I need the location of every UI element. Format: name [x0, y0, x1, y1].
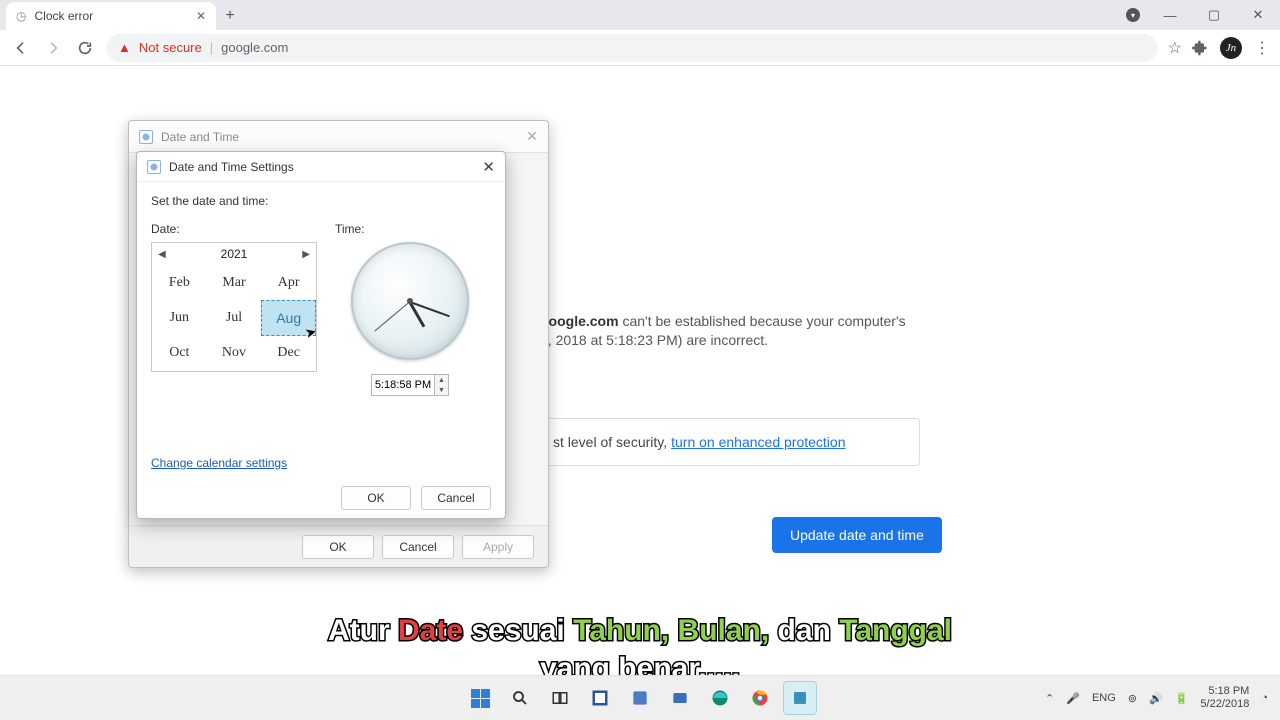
month-aug-selected[interactable]: Aug➤ [261, 300, 316, 335]
next-year-icon[interactable]: ▶ [302, 249, 310, 260]
date-label: Date: [151, 222, 317, 236]
gear-icon [147, 160, 161, 174]
apply-button[interactable]: Apply [462, 535, 534, 559]
dialog-titlebar[interactable]: Date and Time ✕ [129, 121, 548, 153]
close-icon[interactable]: ✕ [482, 158, 495, 176]
settings-title: Date and Time Settings [169, 160, 294, 174]
ok-button[interactable]: OK [302, 535, 374, 559]
wifi-icon[interactable]: ⊚ [1128, 692, 1137, 705]
month-oct[interactable]: Oct [152, 336, 207, 371]
second-hand [374, 301, 410, 331]
menu-icon[interactable]: ⋮ [1254, 38, 1270, 58]
month-feb[interactable]: Feb [152, 265, 207, 300]
tab-bar: ◷ Clock error ✕ + [0, 0, 1280, 30]
close-icon[interactable]: ✕ [526, 128, 538, 145]
security-status: Not secure [139, 40, 202, 55]
window-controls: ▾ — ▢ ✕ [1118, 0, 1280, 30]
enhanced-protection-box: st level of security, turn on enhanced p… [540, 418, 920, 466]
back-button[interactable] [10, 37, 32, 59]
close-tab-icon[interactable]: ✕ [196, 9, 206, 23]
mic-icon[interactable]: 🎤 [1066, 692, 1080, 705]
spinner-down-icon[interactable]: ▼ [435, 385, 448, 395]
reload-button[interactable] [74, 37, 96, 59]
date-picker[interactable]: ◀ 2021 ▶ Feb Mar Apr Jun Jul Aug➤ Oct No… [151, 242, 317, 372]
gear-icon [139, 130, 153, 144]
new-tab-button[interactable]: + [216, 2, 244, 30]
time-input[interactable] [371, 374, 435, 396]
month-jun[interactable]: Jun [152, 300, 207, 335]
month-jul[interactable]: Jul [207, 300, 262, 335]
notifications-icon[interactable]: ◔ [1261, 692, 1268, 704]
task-view-icon[interactable] [543, 681, 577, 715]
error-line-1: google.com can't be established because … [540, 310, 920, 332]
analog-clock [351, 242, 469, 360]
account-dot-icon[interactable]: ▾ [1118, 0, 1148, 30]
start-button[interactable] [463, 681, 497, 715]
time-spinner[interactable]: ▲ ▼ [435, 374, 449, 396]
dialog-footer: OK Cancel Apply [129, 525, 548, 567]
extensions-icon[interactable] [1192, 40, 1208, 56]
cancel-button[interactable]: Cancel [382, 535, 454, 559]
star-icon[interactable]: ☆ [1168, 38, 1182, 58]
month-nov[interactable]: Nov [207, 336, 262, 371]
app-icon-2[interactable] [623, 681, 657, 715]
chrome-icon[interactable] [743, 681, 777, 715]
chevron-up-icon[interactable]: ⌃ [1045, 692, 1054, 705]
tab-title: Clock error [34, 9, 93, 23]
settings-titlebar[interactable]: Date and Time Settings ✕ [137, 152, 505, 182]
warning-icon: ▲ [118, 40, 131, 55]
edge-icon[interactable] [703, 681, 737, 715]
cursor-icon: ➤ [303, 322, 319, 341]
cancel-button[interactable]: Cancel [421, 486, 491, 510]
enhanced-protection-link[interactable]: turn on enhanced protection [671, 434, 845, 450]
settings-app-icon[interactable] [783, 681, 817, 715]
volume-icon[interactable]: 🔊 [1149, 692, 1163, 705]
url-text: google.com [221, 40, 288, 55]
maximize-button[interactable]: ▢ [1192, 0, 1236, 30]
change-calendar-link[interactable]: Change calendar settings [151, 456, 287, 470]
app-icon-1[interactable] [583, 681, 617, 715]
prev-year-icon[interactable]: ◀ [158, 249, 166, 260]
spinner-up-icon[interactable]: ▲ [435, 375, 448, 385]
year-display[interactable]: 2021 [221, 247, 248, 261]
date-time-settings-dialog: Date and Time Settings ✕ Set the date an… [136, 151, 506, 519]
profile-avatar[interactable]: Jn [1220, 37, 1242, 59]
globe-icon: ◷ [16, 9, 26, 23]
minimize-button[interactable]: — [1148, 0, 1192, 30]
search-icon[interactable] [503, 681, 537, 715]
time-label: Time: [335, 222, 485, 236]
update-date-time-button[interactable]: Update date and time [772, 517, 942, 553]
set-date-time-label: Set the date and time: [151, 194, 491, 208]
dialog-title: Date and Time [161, 130, 239, 144]
month-mar[interactable]: Mar [207, 265, 262, 300]
address-bar: ▲ Not secure | google.com ☆ Jn ⋮ [0, 30, 1280, 66]
ok-button[interactable]: OK [341, 486, 411, 510]
taskbar: ⌃ 🎤 ENG ⊚ 🔊 🔋 5:18 PM 5/22/2018 ◔ [0, 675, 1280, 720]
month-apr[interactable]: Apr [261, 265, 316, 300]
taskbar-clock[interactable]: 5:18 PM 5/22/2018 [1200, 685, 1249, 711]
error-line-2: 2, 2018 at 5:18:23 PM) are incorrect. [540, 332, 768, 348]
close-window-button[interactable]: ✕ [1236, 0, 1280, 30]
app-icon-3[interactable] [663, 681, 697, 715]
omnibox[interactable]: ▲ Not secure | google.com [106, 34, 1158, 62]
battery-icon[interactable]: 🔋 [1175, 692, 1189, 705]
language-indicator[interactable]: ENG [1092, 692, 1116, 704]
forward-button[interactable] [42, 37, 64, 59]
browser-tab[interactable]: ◷ Clock error ✕ [6, 2, 216, 30]
